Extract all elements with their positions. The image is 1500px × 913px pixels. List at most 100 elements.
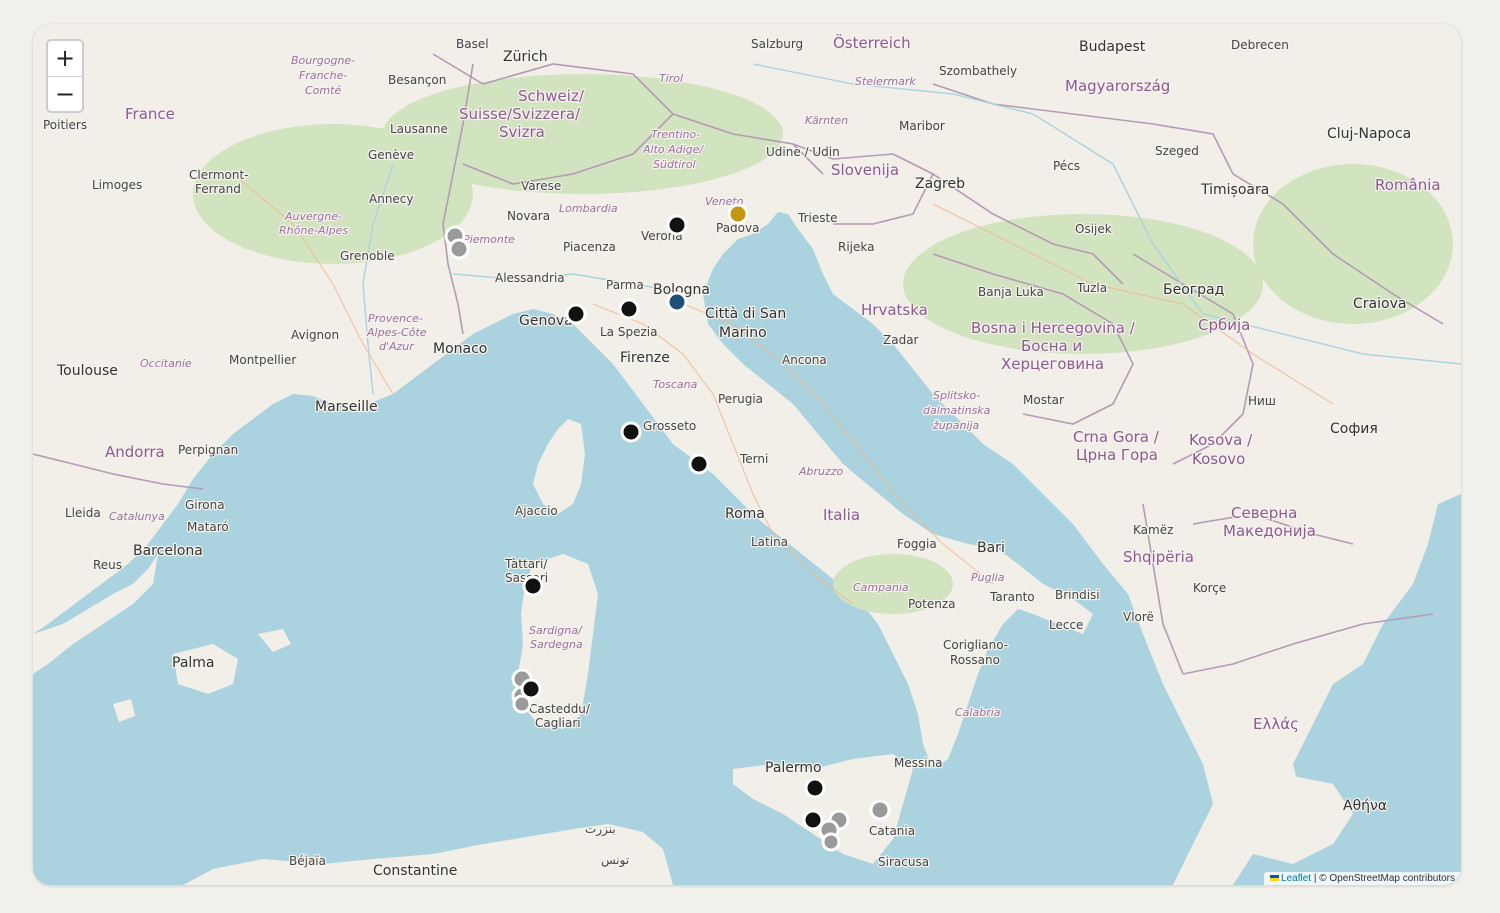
label-bosna-2: Босна и: [1021, 337, 1082, 355]
marker-catania[interactable]: [869, 799, 891, 821]
label-firenze: Firenze: [620, 350, 670, 366]
label-limoges: Limoges: [92, 178, 142, 192]
label-alessandria: Alessandria: [495, 271, 565, 285]
zoom-control: + −: [46, 39, 84, 113]
label-szombathely: Szombathely: [939, 64, 1017, 78]
label-sofia: София: [1330, 421, 1378, 437]
label-steiermark: Steiermark: [855, 75, 916, 88]
label-debrecen: Debrecen: [1231, 38, 1289, 52]
leaflet-link[interactable]: Leaflet: [1281, 873, 1311, 884]
label-crna-gora-1: Crna Gora /: [1073, 428, 1160, 446]
label-schweiz-2: Suisse/Svizzera/: [459, 105, 581, 123]
label-bejaia: Béjaïa: [289, 854, 326, 868]
label-bourgogne-1: Bourgogne-: [291, 54, 355, 67]
label-andorra: Andorra: [105, 443, 165, 461]
label-provence-3: d'Azur: [379, 340, 415, 353]
label-novara: Novara: [507, 209, 550, 223]
label-cagliari-2: Cagliari: [535, 716, 581, 730]
label-reus: Reus: [93, 558, 122, 572]
label-perpignan: Perpignan: [178, 443, 238, 457]
label-puglia: Puglia: [971, 571, 1005, 584]
label-romania: România: [1375, 176, 1441, 194]
label-mataro: Mataró: [187, 520, 229, 534]
label-sassari-1: Tàttari/: [504, 557, 548, 571]
osm-link[interactable]: © OpenStreetMap contributors: [1319, 873, 1455, 884]
label-lleida: Lleida: [65, 506, 101, 520]
label-hrvatska: Hrvatska: [861, 301, 928, 319]
label-kosova-2: Kosovo: [1192, 450, 1245, 468]
marker-sassari[interactable]: [522, 575, 544, 597]
label-shqiperia: Shqipëria: [1123, 548, 1194, 566]
label-ellas: Ελλάς: [1253, 715, 1299, 733]
zoom-in-button[interactable]: +: [48, 41, 82, 76]
zoom-out-button[interactable]: −: [48, 76, 82, 111]
label-piacenza: Piacenza: [563, 240, 616, 254]
label-cagliari-1: Casteddu/: [529, 702, 591, 716]
label-pecs: Pécs: [1053, 159, 1080, 173]
label-clermont-1: Clermont-: [189, 168, 249, 182]
label-citta-1: Città di San: [705, 306, 786, 322]
marker-padova[interactable]: [727, 203, 749, 225]
label-lombardia: Lombardia: [559, 202, 618, 215]
marker-palermo[interactable]: [804, 777, 826, 799]
label-catania: Catania: [869, 824, 915, 838]
label-potenza: Potenza: [908, 597, 956, 611]
marker-genova[interactable]: [565, 303, 587, 325]
label-bari: Bari: [977, 540, 1005, 556]
label-zurich: Zürich: [503, 49, 548, 65]
label-provence-1: Provence-: [368, 312, 423, 325]
label-maribor: Maribor: [899, 119, 945, 133]
label-craiova: Craiova: [1353, 296, 1406, 312]
label-clermont-2: Ferrand: [195, 182, 241, 196]
label-cluj: Cluj-Napoca: [1327, 126, 1411, 142]
label-sardigna-2: Sardegna: [530, 638, 583, 651]
label-grosseto: Grosseto: [643, 419, 696, 433]
label-sardigna: Sardigna/ Sardegna: [529, 624, 585, 651]
label-trentino-3: Südtirol: [653, 158, 696, 171]
marker-bologna[interactable]: [666, 291, 688, 313]
label-geneve: Genève: [368, 148, 414, 162]
marker-verona[interactable]: [666, 214, 688, 236]
label-piemonte: Piemonte: [463, 233, 515, 246]
label-campania: Campania: [853, 581, 909, 594]
label-trentino-2: Alto Adige/: [642, 143, 704, 156]
label-crna-gora-2: Црна Гора: [1076, 446, 1158, 464]
label-severna: Северна Македонија: [1223, 504, 1316, 540]
marker-piemonte-2[interactable]: [448, 238, 470, 260]
map-tiles[interactable]: France Schweiz/ Suisse/Svizzera/ Svizra …: [33, 24, 1461, 885]
label-varese: Varese: [521, 179, 561, 193]
label-toulouse: Toulouse: [56, 363, 118, 379]
marker-lazio[interactable]: [688, 453, 710, 475]
label-ajaccio: Ajaccio: [515, 504, 558, 518]
label-parma: Parma: [606, 278, 644, 292]
label-auvergne-1: Auvergne-: [284, 210, 342, 223]
label-marseille: Marseille: [315, 399, 378, 415]
marker-grosseto[interactable]: [620, 421, 642, 443]
label-bosna-3: Херцеговина: [1001, 355, 1104, 373]
label-france: France: [125, 105, 175, 123]
label-kamez: Kamëz: [1133, 523, 1173, 537]
label-messina: Messina: [894, 756, 943, 770]
label-bourgogne-3: Comté: [305, 84, 341, 97]
label-tunis: تونس: [601, 853, 629, 868]
label-corigliano-1: Corigliano-: [943, 638, 1008, 652]
map-container[interactable]: France Schweiz/ Suisse/Svizzera/ Svizra …: [33, 24, 1461, 885]
label-szeged: Szeged: [1155, 144, 1199, 158]
label-montpellier: Montpellier: [229, 353, 296, 367]
label-auvergne-2: Rhône-Alpes: [279, 224, 348, 237]
label-zadar: Zadar: [883, 333, 919, 347]
label-trentino-1: Trentino-: [651, 128, 700, 141]
marker-sicily-grey-3[interactable]: [821, 832, 841, 852]
label-beograd: Београд: [1163, 282, 1224, 298]
ukraine-flag-icon: [1270, 875, 1280, 882]
label-occitanie: Occitanie: [140, 357, 192, 370]
label-osijek: Osijek: [1075, 222, 1112, 236]
label-korce: Korçe: [1193, 581, 1226, 595]
marker-sardinia-black[interactable]: [520, 678, 542, 700]
marker-la-spezia[interactable]: [618, 298, 640, 320]
label-split-3: županija: [932, 419, 980, 432]
label-srbija: Србија: [1198, 316, 1250, 334]
label-mostar: Mostar: [1023, 393, 1064, 407]
label-palermo: Palermo: [765, 760, 822, 776]
label-budapest: Budapest: [1079, 39, 1146, 55]
